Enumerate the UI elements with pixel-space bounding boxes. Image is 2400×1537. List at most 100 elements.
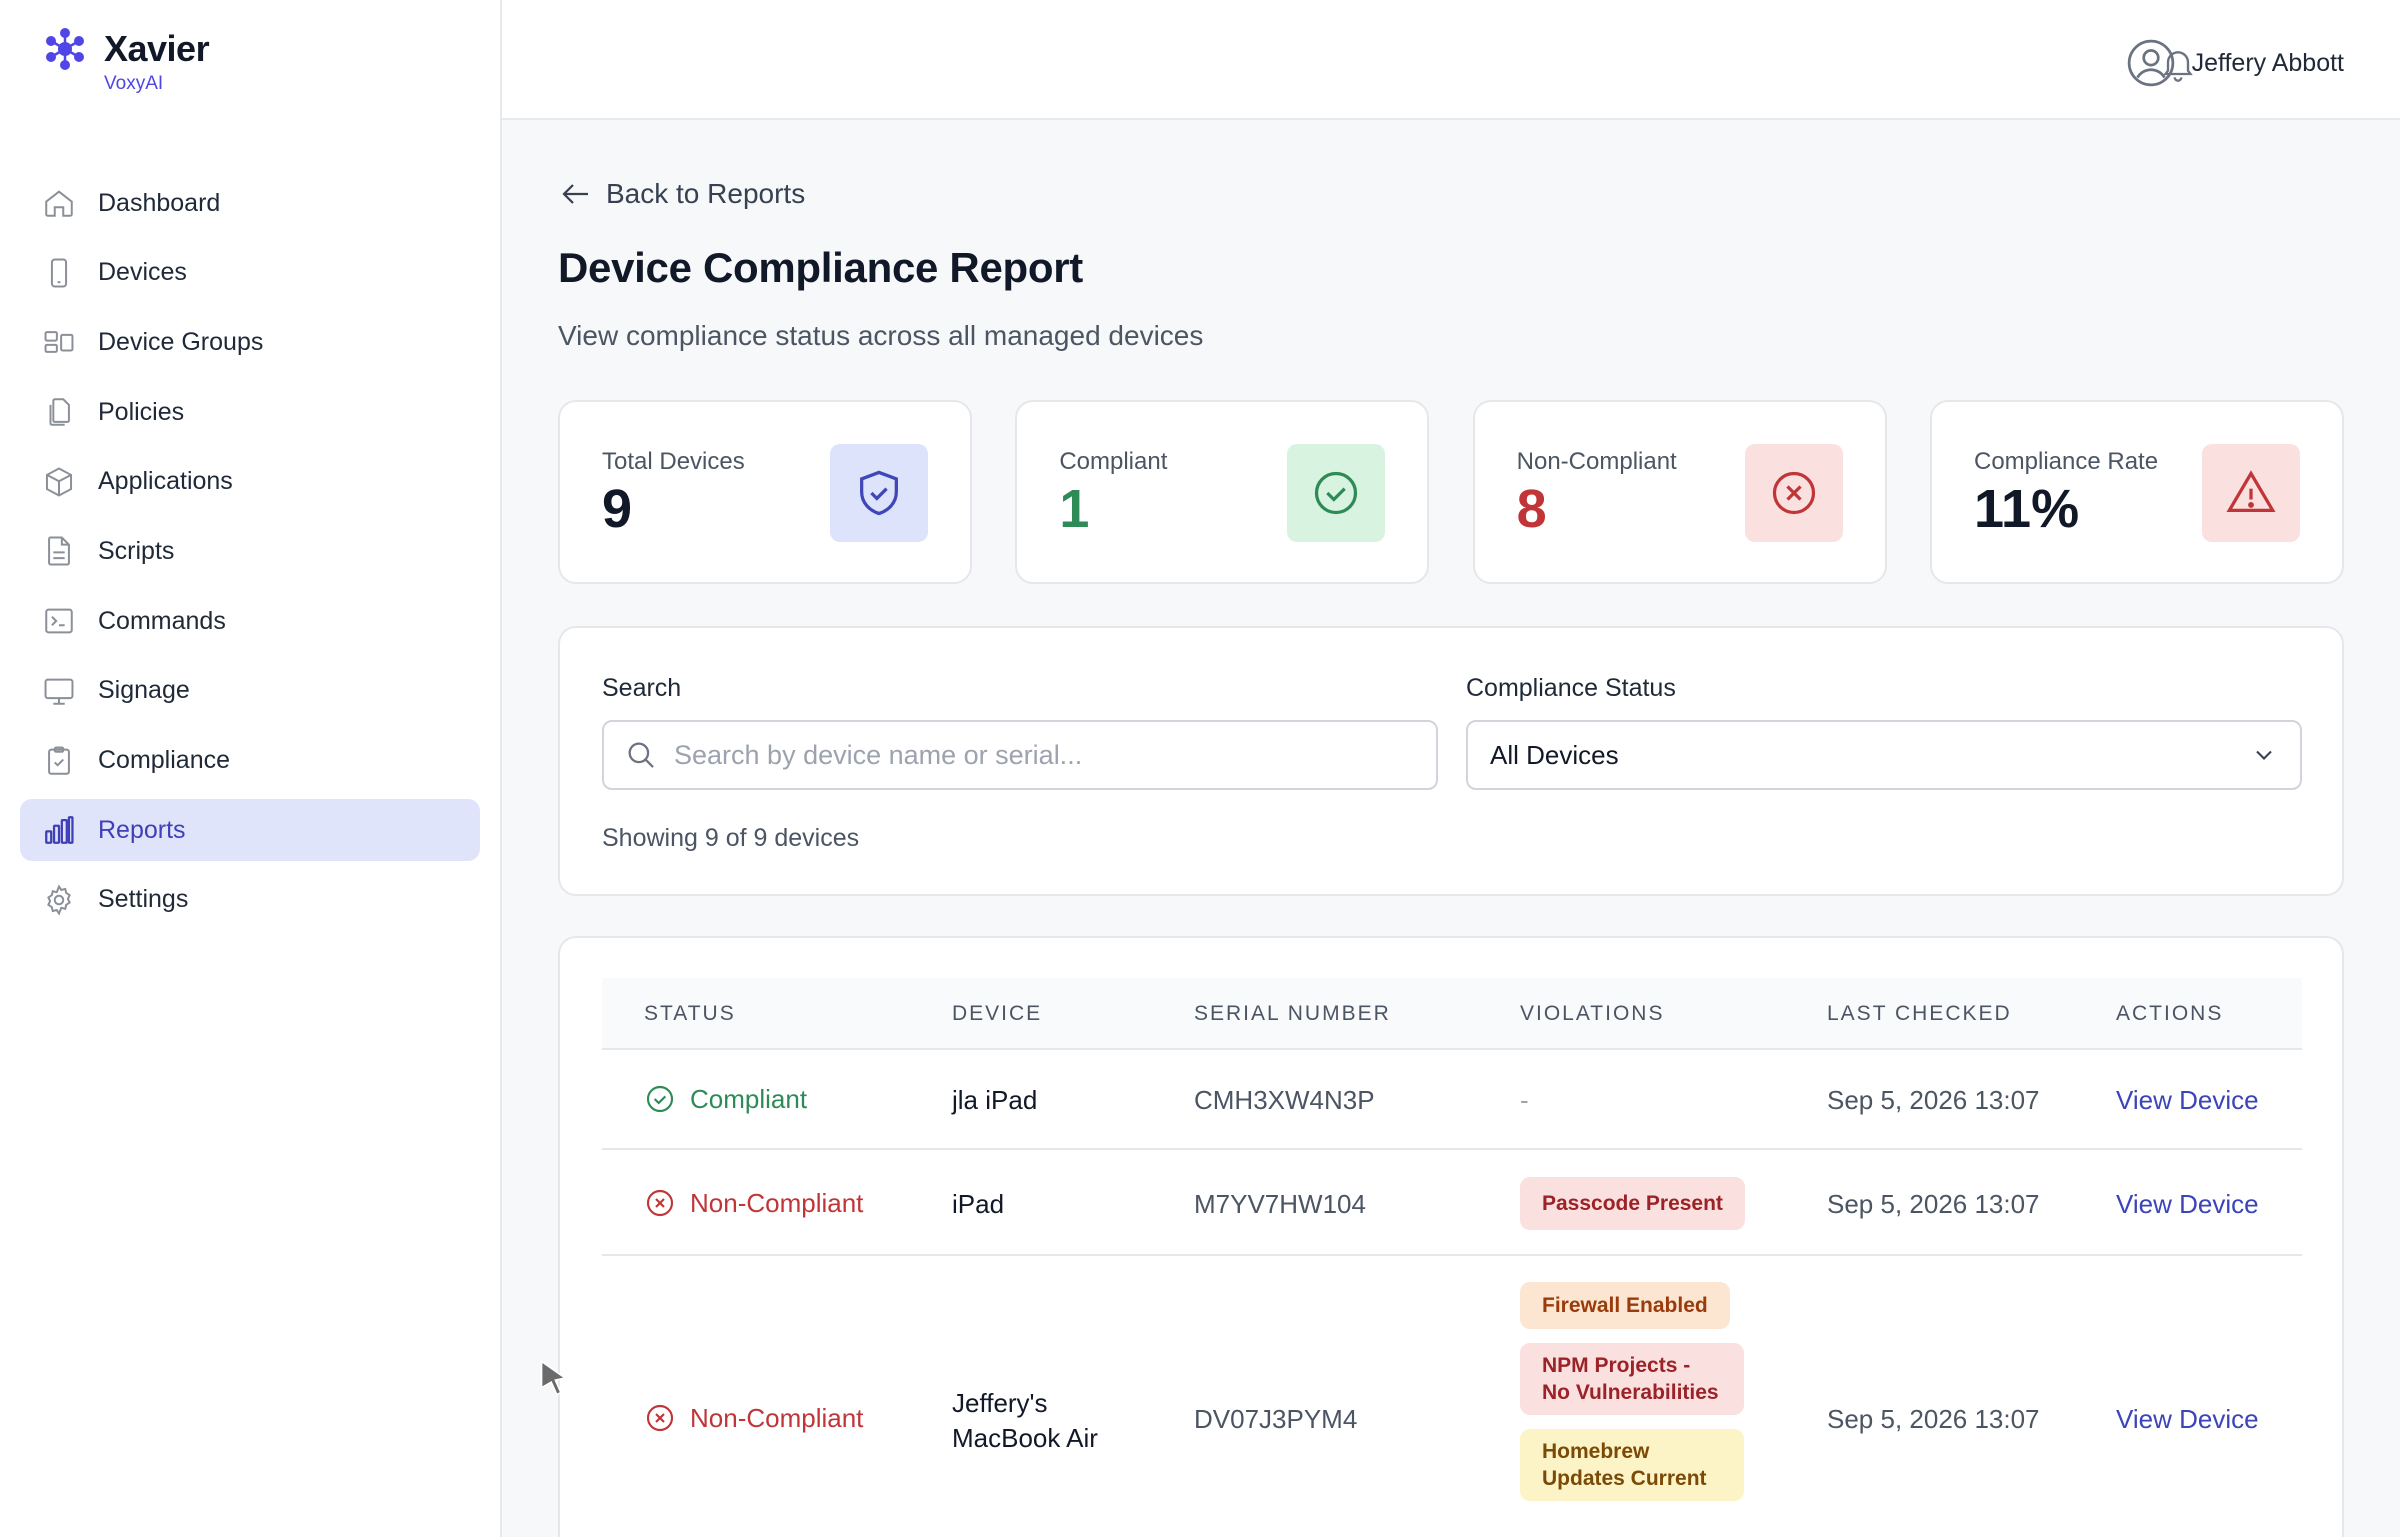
last-checked: Sep 5, 2026 13:07 [1827,1085,2040,1115]
sidebar-item-device-groups[interactable]: Device Groups [20,311,480,373]
status-text: Compliant [690,1083,808,1114]
sidebar: Xavier VoxyAI Dashboard Devices Device G… [0,0,502,1537]
stats-row: Total Devices 9 Compliant 1 Non-Complian… [558,400,2344,584]
shield-check-icon [860,470,898,516]
stat-icon-box [2201,444,2300,542]
column-header-last-checked[interactable]: LAST CHECKED [1827,1002,2012,1026]
column-header-status[interactable]: STATUS [644,1002,736,1026]
user-name: Jeffery Abbott [2191,48,2344,77]
sidebar-item-scripts[interactable]: Scripts [20,520,480,582]
violation-badge: NPM Projects - No Vulnerabilities [1520,1343,1744,1415]
sidebar-item-applications[interactable]: Applications [20,451,480,513]
serial-number: CMH3XW4N3P [1194,1085,1375,1115]
back-label: Back to Reports [606,178,806,209]
stat-card-non-compliant: Non-Compliant 8 [1472,400,1887,584]
sidebar-nav: Dashboard Devices Device Groups Policies… [20,172,480,939]
sidebar-item-label: Compliance [98,746,231,774]
stat-card-compliance-rate: Compliance Rate 11% [1929,400,2344,584]
bar-chart-icon [45,816,74,845]
gear-icon [47,884,71,916]
stat-value: 9 [602,479,633,539]
last-checked: Sep 5, 2026 13:07 [1827,1189,2040,1219]
user-avatar-icon [2127,39,2174,87]
sidebar-item-commands[interactable]: Commands [20,590,480,652]
view-device-link[interactable]: View Device [2116,1404,2259,1435]
cube-icon [45,467,73,497]
monitor-icon [44,678,74,705]
x-circle-icon [646,1404,674,1432]
view-device-link[interactable]: View Device [2116,1189,2259,1220]
mouse-cursor-icon [540,1360,568,1396]
sidebar-item-label: Signage [98,676,190,705]
sidebar-item-label: Reports [98,815,186,844]
sidebar-item-signage[interactable]: Signage [20,660,480,722]
brand[interactable]: Xavier VoxyAI [42,26,210,96]
sidebar-item-devices[interactable]: Devices [20,242,480,304]
results-count: Showing 9 of 9 devices [602,824,860,852]
sidebar-item-settings[interactable]: Settings [20,869,480,931]
compliance-table: STATUS DEVICE SERIAL NUMBER VIOLATIONS L… [558,936,2344,1537]
view-device-link[interactable]: View Device [2116,1085,2259,1116]
compliance-status-label: Compliance Status [1466,674,1676,702]
device-name: iPad [952,1189,1005,1219]
last-checked: Sep 5, 2026 13:07 [1827,1404,2040,1434]
table-row: Compliant jla iPad CMH3XW4N3P - Sep 5, 2… [602,1050,2302,1150]
stat-card-compliant: Compliant 1 [1015,400,1430,584]
compliance-status-value: All Devices [1490,739,1619,770]
sidebar-item-label: Scripts [98,536,175,565]
stat-label: Compliant [1059,448,1168,475]
user-menu[interactable]: Jeffery Abbott [2126,38,2344,88]
page-subtitle: View compliance status across all manage… [558,320,1204,351]
search-input[interactable] [674,739,1414,771]
check-circle-icon [646,1085,674,1113]
search-label: Search [602,674,682,702]
serial-number: DV07J3PYM4 [1194,1404,1358,1434]
file-icon [48,536,70,566]
stat-icon-box [1744,444,1843,542]
sidebar-item-label: Dashboard [98,188,221,217]
device-name: Jeffery's MacBook Air [952,1388,1098,1453]
page-title: Device Compliance Report [558,244,1083,291]
no-violations: - [1520,1085,1529,1115]
sidebar-item-reports[interactable]: Reports [20,799,480,862]
terminal-icon [45,608,73,634]
warning-triangle-icon [2226,470,2276,512]
search-field[interactable] [602,720,1438,790]
status-text: Non-Compliant [690,1402,864,1433]
device-groups-icon [44,331,74,354]
status-text: Non-Compliant [690,1187,864,1218]
status-cell: Non-Compliant [644,1402,863,1434]
stat-label: Non-Compliant [1516,448,1677,475]
sidebar-item-label: Settings [98,885,189,914]
stat-card-total-devices: Total Devices 9 [558,400,972,584]
sidebar-item-label: Devices [98,258,187,287]
clipboard-check-icon [48,746,70,775]
violation-badge: Passcode Present [1520,1177,1745,1230]
check-circle-icon [1315,471,1358,515]
sidebar-item-label: Applications [98,467,233,496]
x-circle-icon [1772,471,1815,515]
chevron-down-icon [2256,750,2272,760]
sidebar-item-compliance[interactable]: Compliance [20,730,480,792]
search-icon [628,742,654,768]
sidebar-item-dashboard[interactable]: Dashboard [20,172,480,234]
back-to-reports-link[interactable]: Back to Reports [558,176,805,212]
sidebar-item-label: Device Groups [98,327,264,356]
arrow-left-icon [562,184,588,204]
stat-label: Total Devices [602,448,745,475]
table-header: STATUS DEVICE SERIAL NUMBER VIOLATIONS L… [602,978,2302,1050]
table-row: Non-Compliant Jeffery's MacBook Air DV07… [602,1256,2302,1537]
sidebar-item-policies[interactable]: Policies [20,381,480,443]
column-header-violations[interactable]: VIOLATIONS [1520,1002,1664,1026]
stat-value: 8 [1516,479,1547,539]
compliance-status-select[interactable]: All Devices [1466,720,2302,790]
column-header-actions: ACTIONS [2116,1002,2224,1025]
column-header-device[interactable]: DEVICE [952,1002,1042,1026]
status-cell: Non-Compliant [644,1187,863,1219]
violations-cell: Firewall Enabled NPM Projects - No Vulne… [1520,1282,1750,1501]
filters-card: Search Compliance Status All Devices Sho… [558,626,2344,896]
topbar: Jeffery Abbott [502,0,2400,120]
x-circle-icon [646,1189,674,1217]
logo-icon [46,28,84,70]
column-header-serial[interactable]: SERIAL NUMBER [1194,1002,1391,1026]
